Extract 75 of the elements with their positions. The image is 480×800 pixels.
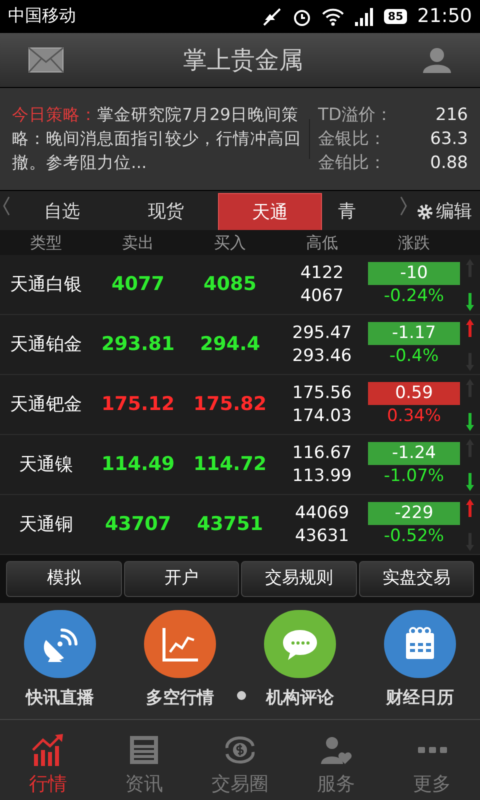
shortcut-label: 机构评论: [266, 687, 334, 710]
buy-price: 114.72: [192, 452, 268, 478]
change-percent: 0.34%: [386, 404, 441, 428]
column-header: 买入: [213, 232, 247, 254]
change-percent: -1.07%: [384, 464, 444, 488]
edit-button[interactable]: 编辑: [408, 193, 480, 230]
product-name: 天通钯金: [9, 393, 83, 417]
shortcut-label: 快讯直播: [26, 687, 94, 710]
change-value: -1.24: [368, 442, 460, 464]
change-percent: -0.24%: [384, 284, 444, 308]
action-button[interactable]: 开户: [124, 561, 239, 597]
sell-price: 175.12: [100, 392, 176, 418]
product-name: 天通铂金: [9, 333, 83, 357]
buy-price: 4085: [202, 272, 258, 298]
shortcut-label: 财经日历: [386, 687, 454, 710]
signal-icon: [354, 8, 374, 26]
sell-price: 293.81: [100, 332, 176, 358]
low-price: 43631: [294, 524, 350, 548]
mail-icon[interactable]: [28, 47, 64, 73]
ratio-label: TD溢价：: [318, 104, 392, 126]
sell-price: 4077: [110, 272, 166, 298]
high-price: 4122: [300, 262, 344, 284]
clock-time: 21:50: [417, 4, 472, 30]
high-price: 116.67: [292, 442, 352, 464]
scroll-left-icon: [2, 196, 10, 216]
market-tab[interactable]: 青: [322, 193, 372, 230]
strategy-text[interactable]: 今日策略：掌金研究院7月29日晚间策略：晚间消息面指引较少，行情冲高回撤。参考阻力位...: [12, 103, 301, 175]
buy-price: 294.4: [198, 332, 262, 358]
market-tab[interactable]: 自选: [10, 193, 114, 230]
ratio-label: 金银比：: [318, 128, 386, 150]
scroll-right-icon: [400, 196, 408, 216]
buy-price: 175.82: [192, 392, 268, 418]
buy-price: 43751: [196, 512, 264, 538]
high-price: 295.47: [292, 322, 352, 344]
battery-level: 85: [384, 9, 408, 24]
low-price: 113.99: [292, 464, 352, 488]
change-value: -229: [368, 502, 460, 524]
ratio-value: 216: [436, 104, 468, 126]
high-price: 44069: [294, 502, 350, 524]
column-header: 高低: [305, 232, 339, 254]
action-button[interactable]: 模拟: [6, 561, 122, 597]
product-name: 天通镍: [18, 453, 74, 477]
market-tab[interactable]: 天通: [218, 193, 322, 230]
product-name: 天通白银: [9, 273, 83, 297]
wifi-icon: [322, 8, 344, 26]
change-percent: -0.52%: [384, 524, 444, 548]
rising-bar-chart-icon: [31, 734, 65, 766]
app-title: 掌上贵金属: [183, 45, 303, 76]
change-value: -10: [368, 262, 460, 284]
ratio-value: 0.88: [430, 152, 468, 174]
sell-price: 114.49: [100, 452, 176, 478]
change-value: 0.59: [368, 382, 460, 404]
sell-price: 43707: [104, 512, 172, 538]
low-price: 4067: [300, 284, 344, 308]
market-tab[interactable]: 现货: [114, 193, 218, 230]
low-price: 293.46: [292, 344, 352, 368]
action-button[interactable]: 实盘交易: [358, 561, 474, 597]
settings-icon: [416, 202, 434, 220]
user-icon[interactable]: [422, 47, 452, 73]
more-dots-icon: [418, 746, 446, 752]
dollar-exchange-icon: [223, 734, 257, 766]
carrier-name: 中国移动: [8, 4, 76, 28]
change-percent: -0.4%: [389, 344, 439, 368]
newspaper-icon: [127, 734, 161, 766]
shortcut-label: 多空行情: [146, 687, 214, 710]
low-price: 174.03: [292, 404, 352, 428]
ratio-label: 金铂比：: [318, 152, 386, 174]
action-button[interactable]: 交易规则: [241, 561, 356, 597]
high-price: 175.56: [292, 382, 352, 404]
change-value: -1.17: [368, 322, 460, 344]
product-name: 天通铜: [18, 513, 74, 537]
column-header: 卖出: [121, 232, 155, 254]
column-header: 类型: [29, 232, 63, 254]
column-header: 涨跌: [397, 232, 431, 254]
ratio-value: 63.3: [430, 128, 468, 150]
